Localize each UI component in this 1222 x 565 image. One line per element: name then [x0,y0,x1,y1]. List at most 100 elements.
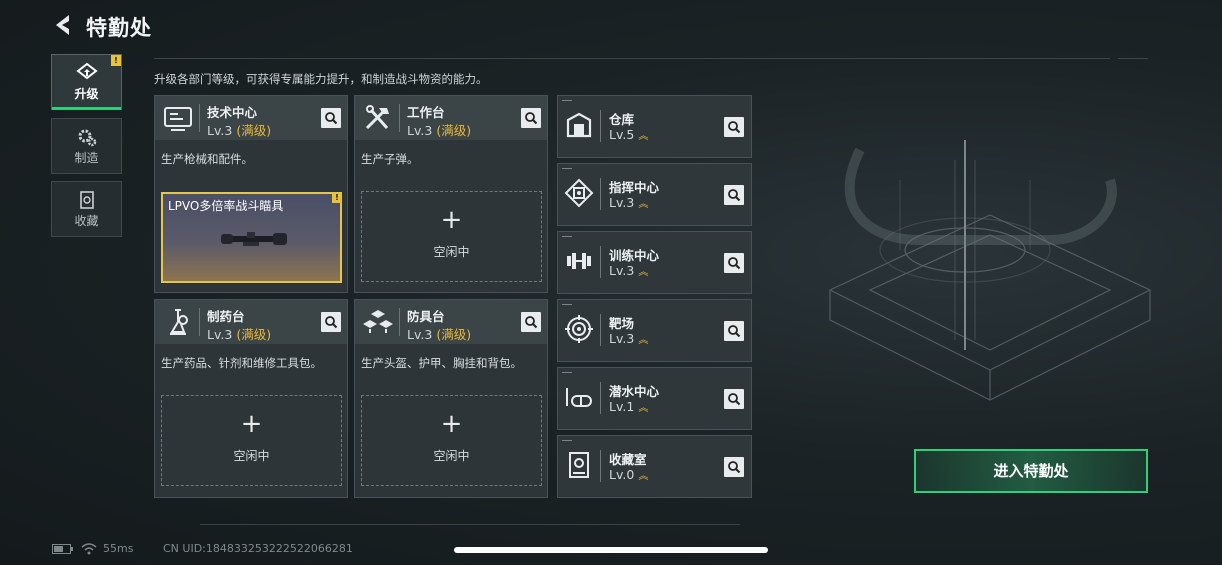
row-divider [600,178,601,210]
gears-icon [78,129,96,147]
back-arrow-icon[interactable] [50,12,76,38]
diving-center-icon [566,388,592,407]
production-slot-idle[interactable]: + 空闲中 [361,395,542,486]
slot-status: 空闲中 [233,449,270,463]
tab-collection[interactable]: 收藏 [51,181,122,237]
scope-image [221,232,287,246]
inspect-button[interactable] [724,457,744,477]
tech-center-icon [164,107,192,131]
magnifier-icon [525,316,538,329]
inspect-button[interactable] [724,389,744,409]
upgrade-arrow-icon: ︽ [638,199,649,210]
facility-name: 仓库 [609,112,635,127]
command-center-icon [564,178,594,208]
max-level-tag: (满级) [236,123,272,138]
facility-diving-center[interactable]: 潜水中心 Lv.1 ︽ [557,367,752,430]
header-divider [154,58,1110,59]
inspect-button[interactable] [521,108,541,128]
upgrade-icon [75,63,98,80]
magnifier-icon [325,112,338,125]
card-divider [399,104,400,132]
corner-mark [562,236,572,237]
workshop-card-pharmacy: 制药台 Lv.3 (满级) 生产药品、针剂和维修工具包。 + 空闲中 [154,299,348,498]
card-divider [199,104,200,132]
card-divider [199,308,200,336]
workbench-icon [365,105,389,130]
battery-icon [52,544,73,554]
bottom-divider [200,524,740,525]
row-divider [600,450,601,482]
row-divider [600,246,601,278]
inspect-button[interactable] [724,321,744,341]
workshop-card-tech-center: 技术中心 Lv.3 (满级) 生产枪械和配件。 ! LPVO多倍率战斗瞄具 [154,95,348,293]
max-level-tag: (满级) [436,123,472,138]
page-description: 升级各部门等级，可获得专属能力提升，和制造战斗物资的能力。 [154,72,488,86]
facility-collection-room[interactable]: 收藏室 Lv.0 ︽ [557,435,752,498]
upgrade-arrow-icon: ︽ [638,403,649,414]
inspect-button[interactable] [321,312,341,332]
card-divider [399,308,400,336]
upgrade-arrow-icon: ︽ [638,335,649,346]
production-item-name: LPVO多倍率战斗瞄具 [168,199,284,213]
max-level-tag: (满级) [436,327,472,342]
magnifier-icon [728,325,741,338]
armor-bench-icon [363,310,393,333]
magnifier-icon [325,316,338,329]
facility-name: 收藏室 [609,452,647,467]
workshop-description: 生产子弹。 [361,152,419,166]
magnifier-icon [728,189,741,202]
upgrade-arrow-icon: ︽ [638,131,649,142]
enter-special-ops-button[interactable]: 进入特勤处 [914,449,1148,493]
inspect-button[interactable] [724,253,744,273]
magnifier-icon [728,257,741,270]
corner-mark [562,440,572,441]
inspect-button[interactable] [521,312,541,332]
facility-command-center[interactable]: 指挥中心 Lv.3 ︽ [557,163,752,226]
slot-status: 空闲中 [433,245,470,259]
workshop-name: 工作台 [407,105,445,120]
workshop-level: Lv.3 (满级) [207,327,272,342]
workshop-level: Lv.3 (满级) [407,123,472,138]
workshop-level: Lv.3 (满级) [407,327,472,342]
user-uid: CN UID:1848332532225220662​81 [163,542,353,555]
workshop-level: Lv.3 (满级) [207,123,272,138]
row-divider [600,382,601,414]
workshop-card-workbench: 工作台 Lv.3 (满级) 生产子弹。 + 空闲中 [354,95,548,293]
tab-label: 制造 [74,151,99,165]
plus-icon: + [440,409,463,439]
facility-warehouse[interactable]: 仓库 Lv.5 ︽ [557,95,752,158]
facility-level: Lv.3 ︽ [609,263,649,278]
tab-label: 升级 [74,87,99,101]
production-slot-idle[interactable]: + 空闲中 [161,395,342,486]
workshop-name: 防具台 [407,309,445,324]
facility-level: Lv.3 ︽ [609,331,649,346]
facility-training-center[interactable]: 训练中心 Lv.3 ︽ [557,231,752,294]
production-slot-active[interactable]: ! LPVO多倍率战斗瞄具 [161,192,342,283]
tab-crafting[interactable]: 制造 [51,118,122,174]
tab-upgrade[interactable]: ! 升级 [51,54,122,110]
inspect-button[interactable] [321,108,341,128]
workshop-description: 生产头盔、护甲、胸挂和背包。 [361,356,522,370]
upgrade-arrow-icon: ︽ [638,471,649,482]
facility-name: 指挥中心 [609,180,660,195]
tab-label: 收藏 [74,214,99,228]
corner-mark [562,372,572,373]
plus-icon: + [240,409,263,439]
production-slot-idle[interactable]: + 空闲中 [361,191,542,282]
inspect-button[interactable] [724,117,744,137]
slot-status: 空闲中 [433,449,470,463]
facility-level: Lv.5 ︽ [609,127,649,142]
facility-shooting-range[interactable]: 靶场 Lv.3 ︽ [557,299,752,362]
pharmacy-icon [170,309,188,335]
warehouse-icon [566,112,592,138]
wifi-icon [81,543,97,555]
plus-icon: + [440,205,463,235]
workshop-card-armor-bench: 防具台 Lv.3 (满级) 生产头盔、护甲、胸挂和背包。 + 空闲中 [354,299,548,498]
facility-name: 训练中心 [609,248,660,263]
magnifier-icon [728,121,741,134]
home-indicator[interactable] [454,547,768,553]
shooting-range-icon [565,315,593,343]
inspect-button[interactable] [724,185,744,205]
ping-value: 55ms [103,542,134,555]
facility-level: Lv.0 ︽ [609,467,649,482]
